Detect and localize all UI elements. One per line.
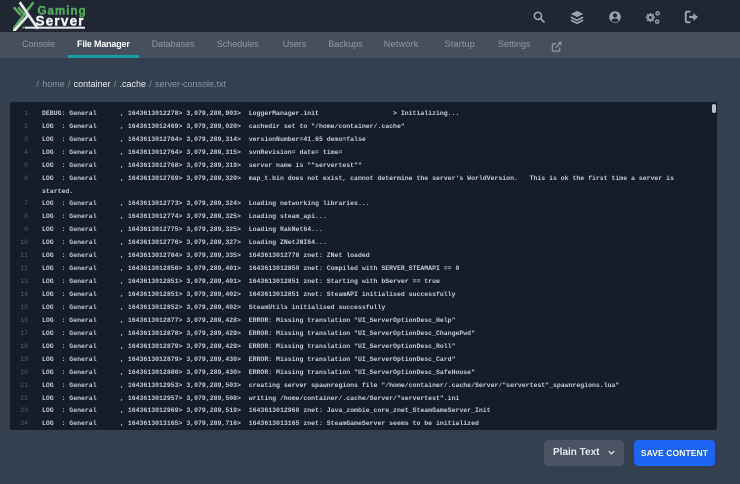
svg-text:Server: Server: [36, 14, 85, 29]
